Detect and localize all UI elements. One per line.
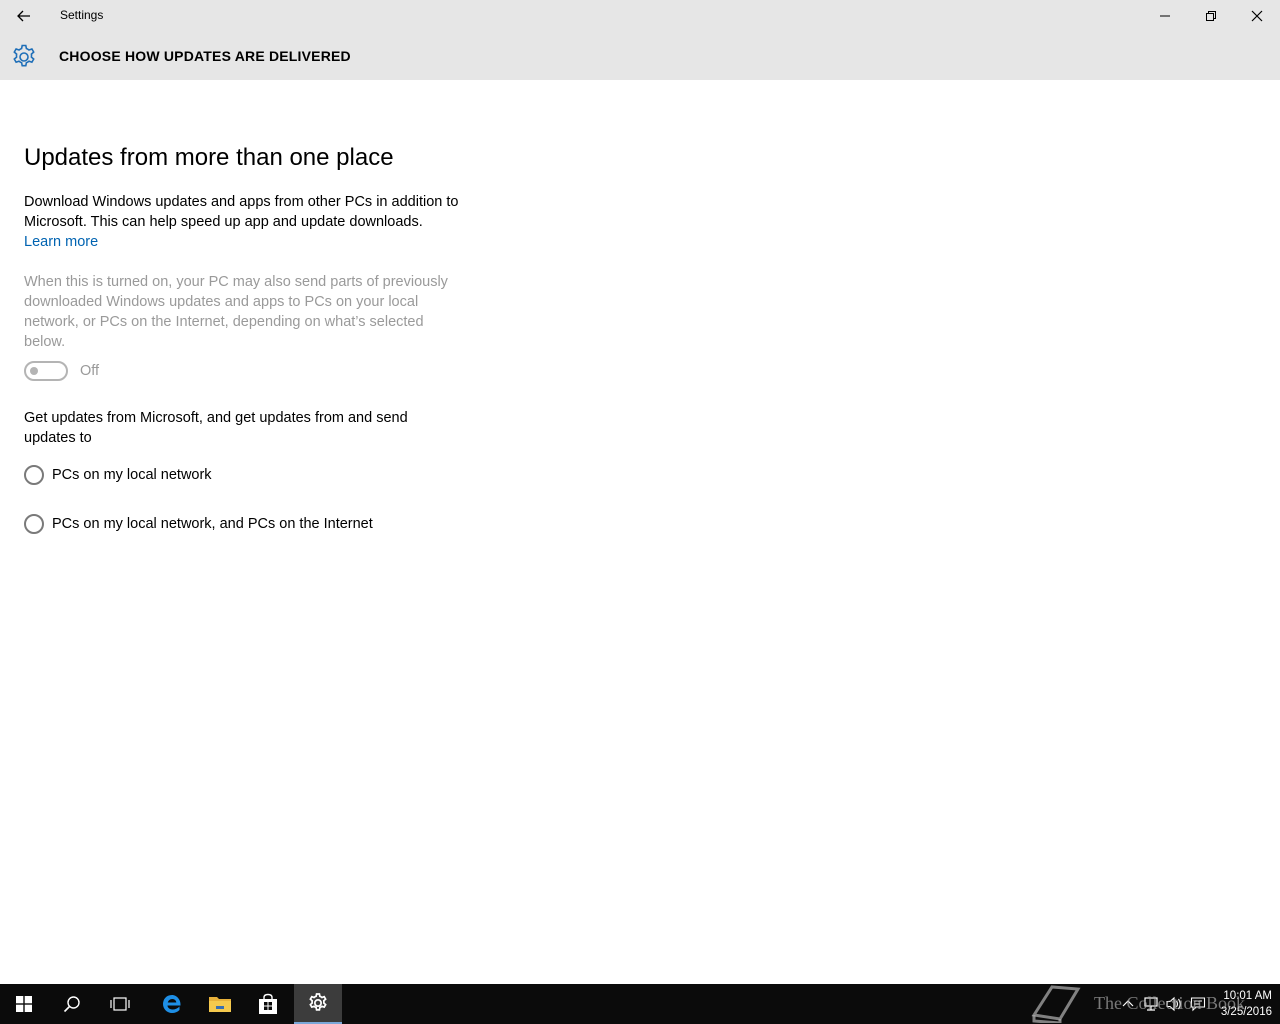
back-button[interactable] bbox=[0, 0, 48, 32]
folder-icon bbox=[209, 997, 231, 1012]
app-title: Settings bbox=[60, 8, 104, 22]
store-button[interactable] bbox=[244, 984, 292, 1024]
option-local-and-internet[interactable]: PCs on my local network, and PCs on the … bbox=[24, 514, 373, 534]
radio-group-label: Get updates from Microsoft, and get upda… bbox=[24, 410, 408, 446]
learn-more-link[interactable]: Learn more bbox=[24, 232, 98, 252]
taskbar-clock[interactable]: 10:01 AM 3/25/2016 bbox=[1221, 988, 1272, 1020]
gear-icon bbox=[13, 44, 35, 67]
option-local-network[interactable]: PCs on my local network bbox=[24, 465, 212, 485]
file-explorer-button[interactable] bbox=[196, 984, 244, 1024]
radio-button[interactable] bbox=[24, 465, 44, 485]
minimize-button[interactable] bbox=[1142, 0, 1188, 32]
taskbar: 10:01 AM 3/25/2016 bbox=[0, 984, 1280, 1024]
search-icon bbox=[63, 996, 80, 1013]
clock-time: 10:01 AM bbox=[1223, 990, 1272, 1002]
search-button[interactable] bbox=[48, 984, 96, 1024]
restore-icon bbox=[1206, 11, 1216, 21]
radio-button[interactable] bbox=[24, 514, 44, 534]
page-header: CHOOSE HOW UPDATES ARE DELIVERED bbox=[0, 32, 1280, 80]
minimize-icon bbox=[1160, 15, 1170, 17]
title-bar: Settings bbox=[0, 0, 1280, 32]
windows-logo-icon bbox=[16, 996, 32, 1012]
page-title: CHOOSE HOW UPDATES ARE DELIVERED bbox=[59, 48, 351, 64]
close-icon bbox=[1251, 10, 1263, 22]
sharing-note: When this is turned on, your PC may also… bbox=[24, 274, 448, 350]
gear-icon bbox=[309, 993, 327, 1011]
option-label: PCs on my local network bbox=[52, 467, 212, 483]
show-hidden-icons-button[interactable] bbox=[1118, 994, 1138, 1014]
notification-icon bbox=[1190, 997, 1206, 1012]
restore-button[interactable] bbox=[1188, 0, 1234, 32]
delivery-toggle-row: Off bbox=[24, 361, 99, 381]
chevron-up-icon bbox=[1122, 1000, 1134, 1007]
clock-date: 3/25/2016 bbox=[1220, 1006, 1272, 1018]
settings-window: Settings CHOOSE HOW UPDATES ARE DELIVERE… bbox=[0, 0, 1280, 984]
section-description: Download Windows updates and apps from o… bbox=[24, 194, 459, 230]
network-tray-button[interactable] bbox=[1141, 994, 1161, 1014]
store-bag-icon bbox=[259, 993, 277, 1014]
start-button[interactable] bbox=[0, 984, 48, 1024]
action-center-button[interactable] bbox=[1188, 994, 1208, 1014]
edge-browser-icon bbox=[163, 995, 181, 1013]
task-view-button[interactable] bbox=[96, 984, 144, 1024]
delivery-optimization-toggle[interactable] bbox=[24, 361, 68, 381]
volume-tray-button[interactable] bbox=[1164, 994, 1184, 1014]
option-label: PCs on my local network, and PCs on the … bbox=[52, 516, 373, 532]
network-icon bbox=[1144, 997, 1158, 1011]
settings-taskbar-button[interactable] bbox=[294, 984, 342, 1024]
edge-browser-button[interactable] bbox=[148, 984, 196, 1024]
close-button[interactable] bbox=[1234, 0, 1280, 32]
toggle-state-label: Off bbox=[80, 363, 100, 379]
speaker-icon bbox=[1166, 996, 1181, 1012]
back-arrow-icon bbox=[17, 10, 30, 22]
section-title: Updates from more than one place bbox=[24, 144, 394, 171]
toggle-knob bbox=[30, 367, 38, 375]
task-view-icon bbox=[110, 997, 130, 1011]
